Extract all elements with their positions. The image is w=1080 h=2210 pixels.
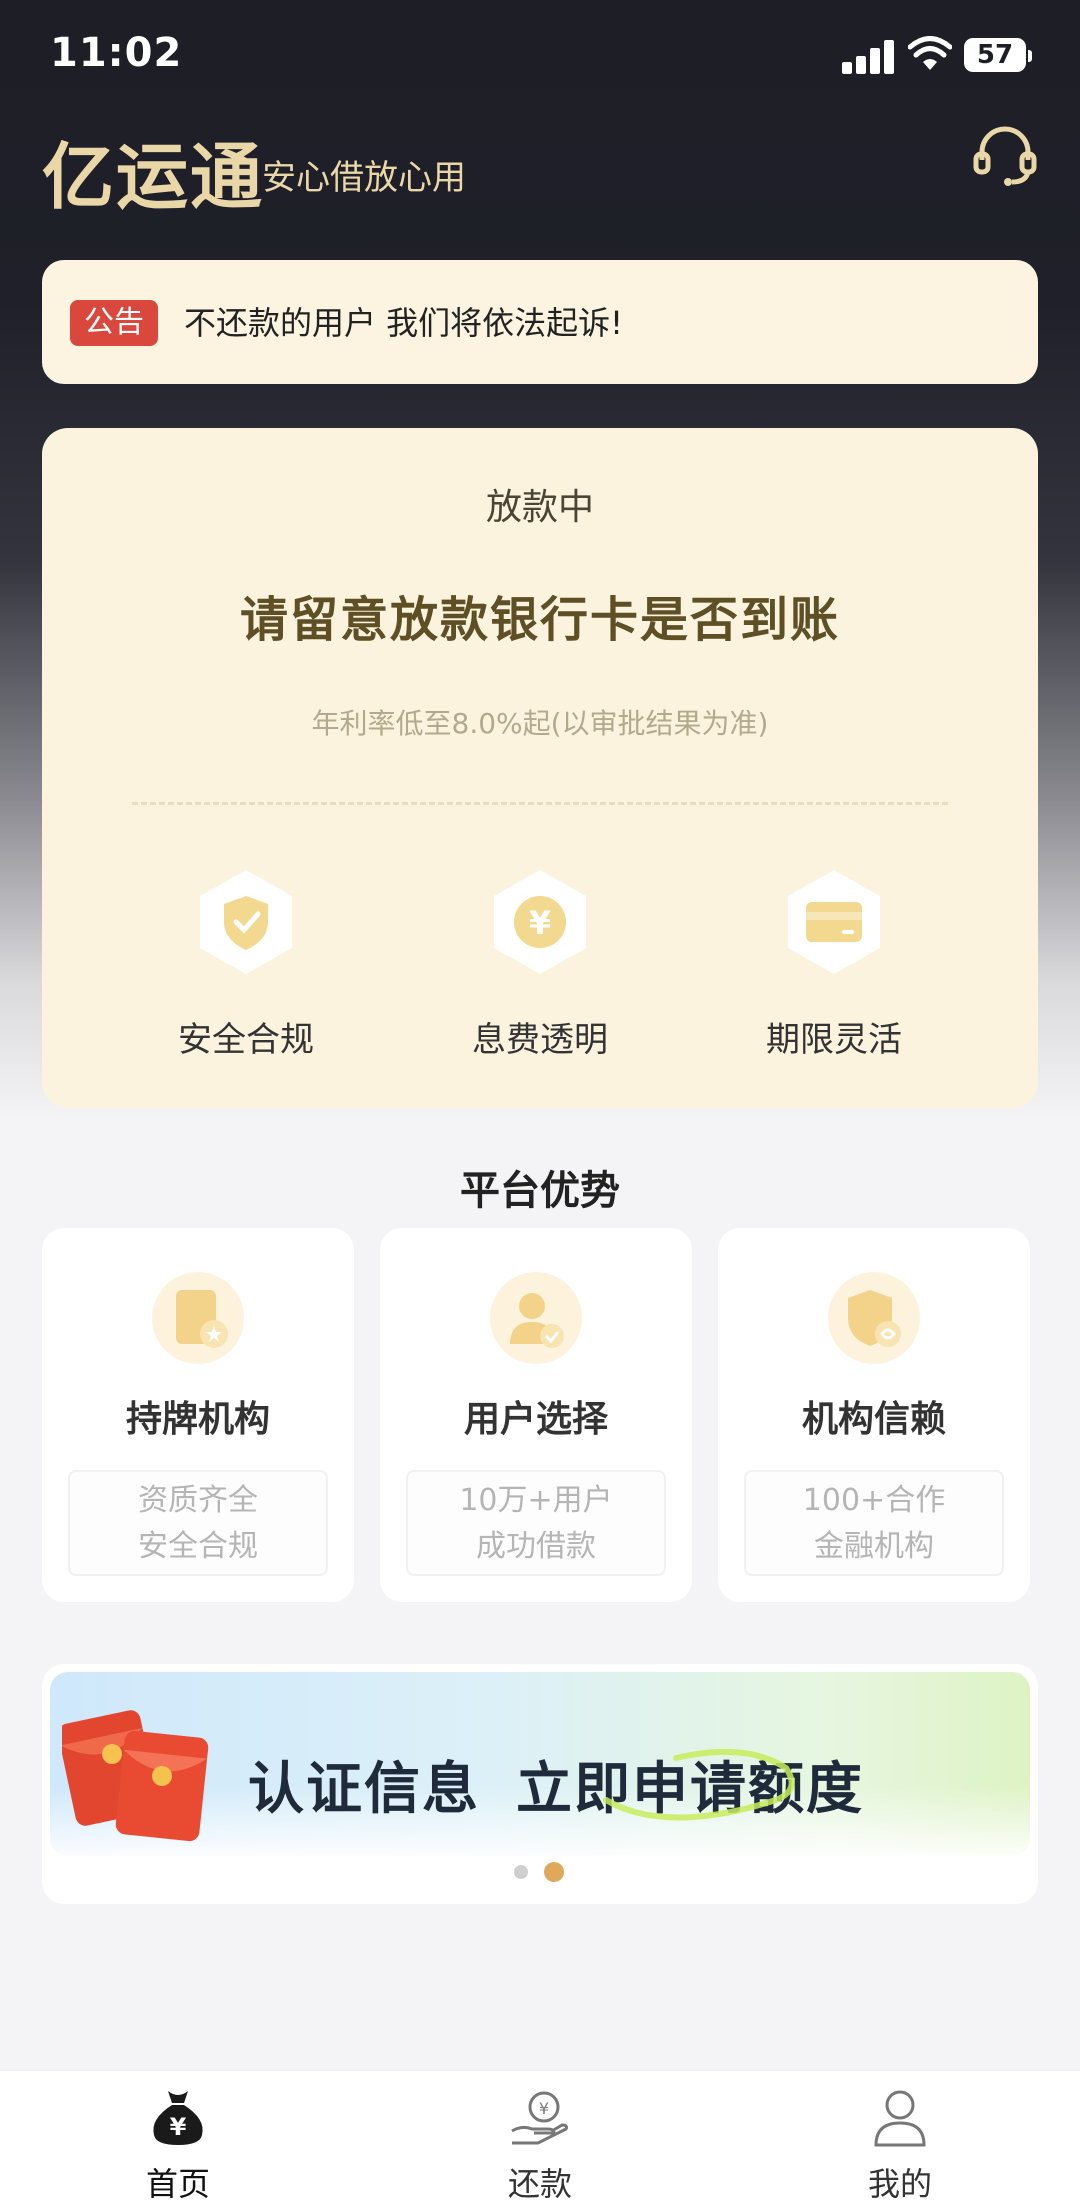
pagination-dot-active[interactable] <box>544 1862 564 1882</box>
advantage-name: 机构信赖 <box>801 1399 946 1440</box>
app-brand: 亿运通 <box>42 134 265 219</box>
trust-shield-icon <box>828 1272 920 1364</box>
customer-service-icon[interactable] <box>972 122 1038 188</box>
banner-pagination <box>514 1862 574 1882</box>
tab-repay[interactable]: ¥ 还款 <box>440 2085 640 2205</box>
highlight-swoosh <box>603 1748 795 1821</box>
advantage-name: 持牌机构 <box>125 1399 270 1440</box>
notice-text: 不还款的用户 我们将依法起诉! <box>184 304 624 342</box>
shield-check-icon <box>200 870 292 974</box>
tab-label: 首页 <box>145 2165 210 2203</box>
advantage-name: 用户选择 <box>463 1399 608 1440</box>
advantage-card-licensed: 持牌机构 资质齐全 安全合规 <box>42 1228 354 1602</box>
money-bag-icon: ¥ <box>153 2091 203 2145</box>
feature-label: 息费透明 <box>472 1020 608 1060</box>
feature-label: 安全合规 <box>178 1020 314 1060</box>
svg-text:¥: ¥ <box>539 2099 549 2118</box>
dashed-divider <box>132 802 948 805</box>
interest-rate-note: 年利率低至8.0%起(以审批结果为准) <box>311 707 769 740</box>
advantage-detail: 资质齐全 安全合规 <box>68 1470 328 1576</box>
repay-hand-icon: ¥ <box>511 2091 568 2145</box>
license-icon <box>152 1272 244 1364</box>
feature-label: 期限灵活 <box>766 1020 902 1060</box>
tab-home[interactable]: ¥ 首页 <box>78 2085 278 2205</box>
feature-flexible-term: 期限灵活 <box>704 868 964 1061</box>
feature-safe-compliant: 安全合规 <box>116 868 376 1061</box>
loan-status-label: 放款中 <box>485 487 594 528</box>
feature-transparent-fees: ¥ 息费透明 <box>410 868 670 1061</box>
pagination-dot[interactable] <box>514 1865 528 1879</box>
status-time: 11:02 <box>50 30 183 76</box>
advantage-detail: 10万+用户 成功借款 <box>406 1470 666 1576</box>
advantage-line: 金融机构 <box>814 1529 934 1564</box>
yuan-coin-icon: ¥ <box>494 870 586 974</box>
user-icon <box>874 2090 926 2147</box>
loan-status-card: 放款中 请留意放款银行卡是否到账 年利率低至8.0%起(以审批结果为准) 安全合… <box>42 428 1038 1108</box>
advantage-line: 10万+用户 <box>459 1483 613 1518</box>
advantages-title: 平台优势 <box>460 1168 620 1214</box>
advantage-card-trust: 机构信赖 100+合作 金融机构 <box>718 1228 1030 1602</box>
notice-tag: 公告 <box>70 300 158 346</box>
advantage-card-users: 用户选择 10万+用户 成功借款 <box>380 1228 692 1602</box>
banner-text-left: 认证信息 <box>248 1757 480 1822</box>
user-check-icon <box>490 1272 582 1364</box>
advantage-line: 安全合规 <box>138 1529 258 1564</box>
battery-icon: 57 <box>964 38 1032 72</box>
notice-bar[interactable]: 公告 不还款的用户 我们将依法起诉! <box>42 260 1038 384</box>
svg-text:¥: ¥ <box>529 904 551 942</box>
bottom-tab-bar: ¥ 首页 ¥ 还款 我的 <box>0 2070 1080 2210</box>
card-icon <box>788 870 880 974</box>
advantage-line: 资质齐全 <box>138 1483 258 1518</box>
loan-status-title: 请留意放款银行卡是否到账 <box>239 592 840 648</box>
tab-label: 我的 <box>867 2165 932 2203</box>
advantage-detail: 100+合作 金融机构 <box>744 1470 1004 1576</box>
advantage-line: 成功借款 <box>476 1529 596 1564</box>
red-envelope-icon <box>62 1710 209 1842</box>
wifi-icon <box>908 36 952 70</box>
signal-icon <box>842 38 898 74</box>
advantage-line: 100+合作 <box>802 1483 946 1518</box>
tab-mine[interactable]: 我的 <box>800 2085 1000 2205</box>
svg-text:¥: ¥ <box>170 2113 187 2141</box>
tab-label: 还款 <box>507 2165 572 2203</box>
app-slogan: 安心借放心用 <box>262 158 466 198</box>
status-bar: 11:02 57 <box>0 0 1080 110</box>
